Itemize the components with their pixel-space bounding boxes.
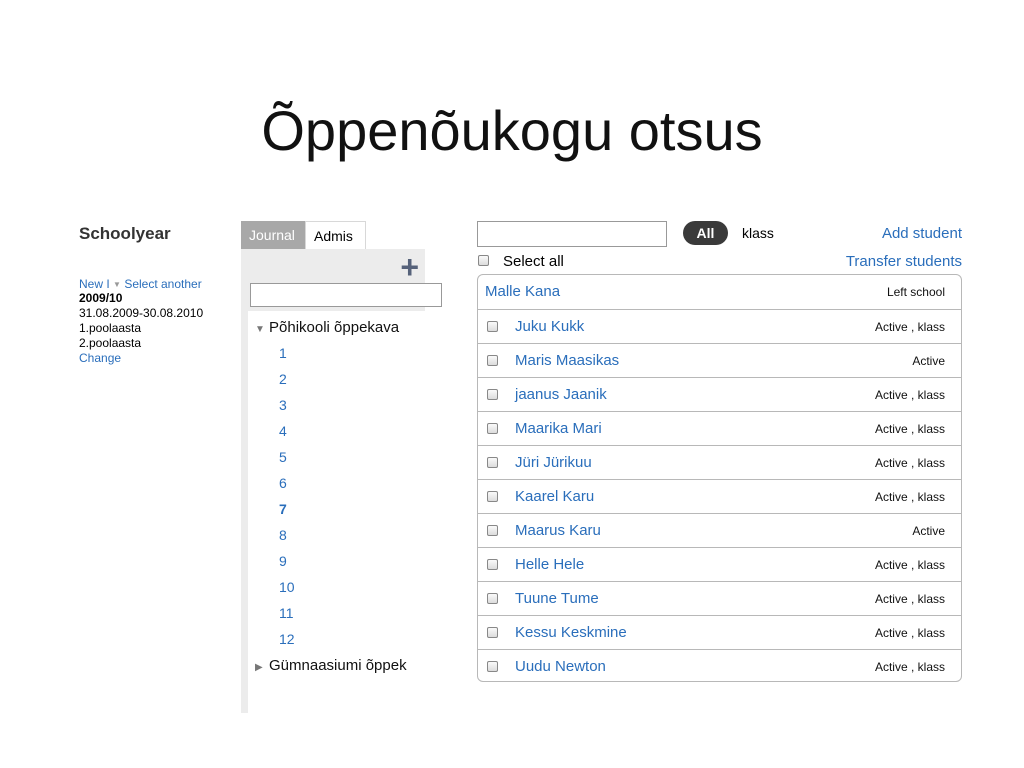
student-status: Active , klass — [874, 660, 945, 674]
all-filter-button[interactable]: All — [683, 221, 728, 245]
student-row[interactable]: jaanus Jaanik Active , klass — [478, 377, 961, 411]
student-checkbox[interactable] — [487, 525, 498, 536]
new-schoolyear-link[interactable]: New — [79, 277, 103, 291]
student-name-link[interactable]: Maarus Karu — [515, 522, 601, 539]
slide-title: Õppenõukogu otsus — [261, 99, 763, 162]
student-checkbox[interactable] — [487, 491, 498, 502]
student-row[interactable]: Jüri Jürikuu Active , klass — [478, 445, 961, 479]
student-checkbox[interactable] — [487, 627, 498, 638]
student-checkbox[interactable] — [487, 661, 498, 672]
student-status: Active , klass — [874, 490, 945, 504]
student-status: Active — [912, 524, 945, 538]
add-plus-icon[interactable]: + — [400, 249, 419, 285]
student-row[interactable]: Malle Kana Left school — [478, 275, 961, 309]
tree-toolbar: + — [241, 249, 442, 311]
tab-admis[interactable]: Admis — [305, 221, 366, 249]
grade-item[interactable]: 3 — [279, 397, 287, 413]
student-list: Malle Kana Left school Juku Kukk Active , k… — [477, 274, 962, 682]
grade-item[interactable]: 8 — [279, 527, 287, 543]
add-student-link[interactable]: Add student — [882, 225, 962, 242]
student-status: Active , klass — [874, 558, 945, 572]
schoolyear-heading: Schoolyear — [79, 224, 171, 243]
select-all-checkbox[interactable] — [478, 255, 489, 267]
student-name-link[interactable]: Kessu Keskmine — [515, 624, 627, 641]
student-row[interactable]: Uudu Newton Active , klass — [478, 649, 961, 681]
student-row[interactable]: Maarus Karu Active — [478, 513, 961, 547]
student-name-link[interactable]: Kaarel Karu — [515, 488, 594, 505]
grade-item[interactable]: 11 — [279, 605, 294, 621]
tree-search-input[interactable] — [250, 283, 442, 307]
student-status: Active , klass — [874, 320, 945, 334]
student-name-link[interactable]: Maarika Mari — [515, 420, 602, 437]
grade-item[interactable]: 6 — [279, 475, 287, 491]
grade-item[interactable]: 4 — [279, 423, 287, 439]
triangle-down-icon: ▼ — [113, 280, 121, 289]
select-all[interactable]: Select all — [478, 253, 564, 270]
student-status: Active , klass — [874, 388, 945, 402]
grade-item[interactable]: 1 — [279, 345, 287, 361]
period-1: 1.poolaasta — [79, 321, 142, 335]
student-search-input[interactable] — [477, 221, 667, 247]
student-name-link[interactable]: Uudu Newton — [515, 658, 606, 675]
student-name-link[interactable]: Tuune Tume — [515, 590, 599, 607]
student-name-link[interactable]: Malle Kana — [485, 283, 560, 300]
expanded-arrow-icon[interactable]: ▼ — [255, 324, 269, 335]
tree-tabs: Journal Admis — [241, 221, 366, 249]
tab-journal[interactable]: Journal — [241, 221, 305, 249]
change-link[interactable]: Change — [79, 351, 229, 366]
student-status: Active , klass — [874, 626, 945, 640]
select-all-label: Select all — [503, 253, 564, 270]
student-row[interactable]: Maarika Mari Active , klass — [478, 411, 961, 445]
collapsed-arrow-icon[interactable]: ▶ — [255, 662, 269, 673]
tree-node-label: Gümnaasiumi õppek — [269, 657, 407, 674]
student-name-link[interactable]: Juku Kukk — [515, 318, 584, 335]
student-checkbox[interactable] — [487, 321, 498, 332]
tree-node-gumnaasium[interactable]: ▶ Gümnaasiumi õppek — [255, 657, 407, 674]
student-checkbox[interactable] — [487, 355, 498, 366]
student-checkbox[interactable] — [487, 559, 498, 570]
student-checkbox[interactable] — [487, 593, 498, 604]
grade-item[interactable]: 12 — [279, 631, 295, 647]
period-2: 2.poolaasta — [79, 336, 142, 350]
student-status: Active , klass — [874, 422, 945, 436]
student-name-link[interactable]: Maris Maasikas — [515, 352, 619, 369]
schoolyear-value: 2009/10 — [79, 291, 123, 305]
tree-list: ▼ Põhikooli õppekava 1 2 3 4 5 6 7 8 9 10… — [248, 311, 425, 713]
tree-node-label: Põhikooli õppekava — [269, 319, 400, 336]
student-name-link[interactable]: Helle Hele — [515, 556, 584, 573]
tree-body: ▼ Põhikooli õppekava 1 2 3 4 5 6 7 8 9 10… — [241, 311, 425, 713]
student-row[interactable]: Kessu Keskmine Active , klass — [478, 615, 961, 649]
student-row[interactable]: Juku Kukk Active , klass — [478, 309, 961, 343]
grade-item[interactable]: 2 — [279, 371, 287, 387]
student-status: Left school — [886, 285, 945, 299]
student-row[interactable]: Tuune Tume Active , klass — [478, 581, 961, 615]
schoolyear-range: 31.08.2009-30.08.2010 — [79, 306, 204, 320]
curriculum-tree-panel: Journal Admis + ▼ Põhikooli õppekava 1 2 … — [241, 221, 442, 713]
student-name-link[interactable]: Jüri Jürikuu — [515, 454, 592, 471]
student-name-link[interactable]: jaanus Jaanik — [515, 386, 607, 403]
student-checkbox[interactable] — [487, 423, 498, 434]
grade-item[interactable]: 9 — [279, 553, 287, 569]
student-status: Active , klass — [874, 456, 945, 470]
student-row[interactable]: Helle Hele Active , klass — [478, 547, 961, 581]
student-status: Active , klass — [874, 592, 945, 606]
student-row[interactable]: Kaarel Karu Active , klass — [478, 479, 961, 513]
schoolyear-actions: New I ▼ Select another — [79, 277, 229, 291]
tree-node-pohikool[interactable]: ▼ Põhikooli õppekava — [255, 319, 399, 336]
grade-item[interactable]: 10 — [279, 579, 295, 595]
student-checkbox[interactable] — [487, 457, 498, 468]
schoolyear-panel: Schoolyear New I ▼ Select another 2009/1… — [79, 224, 229, 366]
student-checkbox[interactable] — [487, 389, 498, 400]
student-row[interactable]: Maris Maasikas Active — [478, 343, 961, 377]
klass-filter-link[interactable]: klass — [742, 225, 774, 241]
transfer-students-link[interactable]: Transfer students — [846, 253, 962, 270]
select-another-link[interactable]: Select another — [124, 277, 201, 291]
separator: I — [106, 277, 110, 291]
student-status: Active — [912, 354, 945, 368]
grade-item[interactable]: 7 — [279, 501, 287, 517]
grade-item[interactable]: 5 — [279, 449, 287, 465]
